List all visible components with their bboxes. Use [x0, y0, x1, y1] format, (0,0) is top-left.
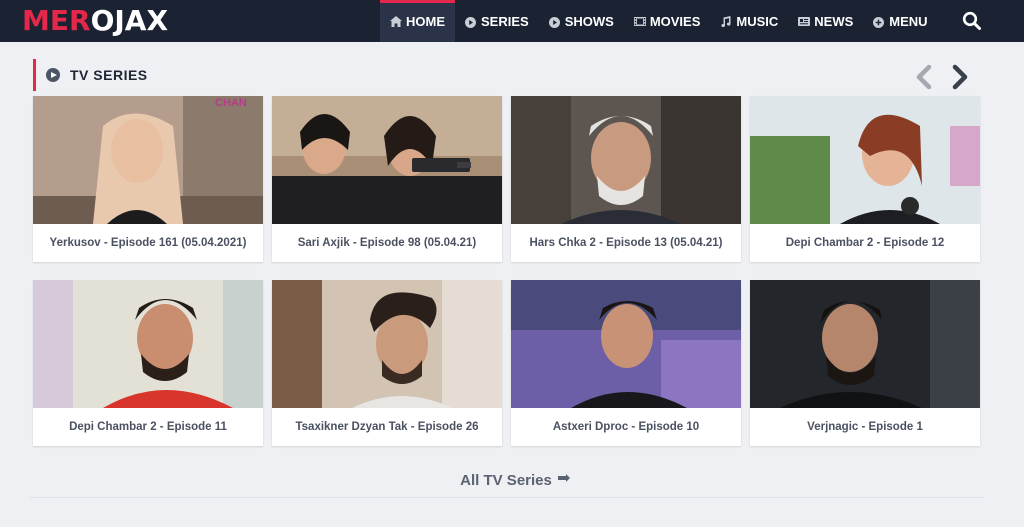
series-thumbnail[interactable] [272, 280, 502, 408]
film-icon [633, 16, 646, 27]
nav-label-music: MUSIC [736, 13, 779, 29]
nav-item-music[interactable]: MUSIC [710, 0, 788, 42]
series-title[interactable]: Sari Axjik - Episode 98 (05.04.21) [272, 224, 502, 262]
series-card[interactable]: Hars Chka 2 - Episode 13 (05.04.21) [511, 96, 741, 262]
home-icon [390, 15, 402, 27]
all-tv-series-link[interactable]: All TV Series [440, 463, 590, 497]
series-card[interactable]: Sari Axjik - Episode 98 (05.04.21) [272, 96, 502, 262]
section-header: TV SERIES [33, 59, 148, 91]
series-thumbnail[interactable] [750, 96, 980, 224]
section-title: TV SERIES [70, 67, 148, 83]
nav-item-shows[interactable]: SHOWS [539, 0, 624, 42]
play-circle-icon [465, 16, 476, 28]
series-title[interactable]: Hars Chka 2 - Episode 13 (05.04.21) [511, 224, 741, 262]
series-card[interactable]: Verjnagic - Episode 1 [750, 280, 980, 446]
series-title[interactable]: Tsaxikner Dzyan Tak - Episode 26 [272, 408, 502, 446]
channel-watermark: CHAN [215, 97, 247, 109]
top-navbar: MEROJAX HOME SERIES SHOWS MOVIES MUSIC N… [0, 0, 1024, 42]
series-card[interactable]: Depi Chambar 2 - Episode 12 [750, 96, 980, 262]
series-title[interactable]: Astxeri Dproc - Episode 10 [511, 408, 741, 446]
series-title[interactable]: Depi Chambar 2 - Episode 11 [33, 408, 263, 446]
carousel-controls [912, 64, 972, 90]
nav-label-menu: MENU [889, 13, 928, 29]
nav-label-shows: SHOWS [564, 13, 614, 29]
site-logo[interactable]: MEROJAX [22, 6, 168, 36]
series-card[interactable]: CHAN Yerkusov - Episode 161 (05.04.2021) [33, 96, 263, 262]
nav-item-movies[interactable]: MOVIES [624, 0, 711, 42]
main-nav: HOME SERIES SHOWS MOVIES MUSIC NEWS MENU [380, 0, 938, 42]
all-tv-series-label: All TV Series [460, 471, 552, 489]
series-card[interactable]: Tsaxikner Dzyan Tak - Episode 26 [272, 280, 502, 446]
chevron-left-icon[interactable] [912, 64, 936, 90]
play-circle-icon [46, 68, 60, 82]
logo-part-red: MER [22, 4, 91, 37]
nav-item-news[interactable]: NEWS [788, 0, 863, 42]
series-title[interactable]: Yerkusov - Episode 161 (05.04.2021) [33, 224, 263, 262]
nav-item-series[interactable]: SERIES [455, 0, 539, 42]
series-card[interactable]: Depi Chambar 2 - Episode 11 [33, 280, 263, 446]
series-thumbnail[interactable] [33, 280, 263, 408]
logo-part-white: OJAX [90, 4, 169, 37]
search-icon[interactable] [962, 11, 982, 31]
play-circle-icon [548, 16, 560, 28]
series-thumbnail[interactable] [750, 280, 980, 408]
all-series-bar: All TV Series [30, 463, 984, 498]
nav-item-home[interactable]: HOME [380, 0, 455, 42]
plus-circle-icon [873, 16, 885, 28]
series-thumbnail[interactable] [272, 96, 502, 224]
series-card[interactable]: Astxeri Dproc - Episode 10 [511, 280, 741, 446]
nav-item-menu[interactable]: MENU [863, 0, 937, 42]
nav-label-series: SERIES [481, 13, 529, 29]
nav-label-news: NEWS [814, 13, 854, 29]
series-thumbnail[interactable] [511, 96, 741, 224]
nav-label-movies: MOVIES [649, 13, 701, 29]
series-thumbnail[interactable]: CHAN [33, 96, 263, 224]
series-thumbnail[interactable] [511, 280, 741, 408]
series-title[interactable]: Verjnagic - Episode 1 [750, 408, 980, 446]
newspaper-icon [798, 16, 811, 27]
series-title[interactable]: Depi Chambar 2 - Episode 12 [750, 224, 980, 262]
nav-label-home: HOME [406, 13, 445, 29]
chevron-right-icon[interactable] [948, 64, 972, 90]
flag-arrow-icon [557, 473, 570, 487]
music-icon [720, 15, 731, 27]
